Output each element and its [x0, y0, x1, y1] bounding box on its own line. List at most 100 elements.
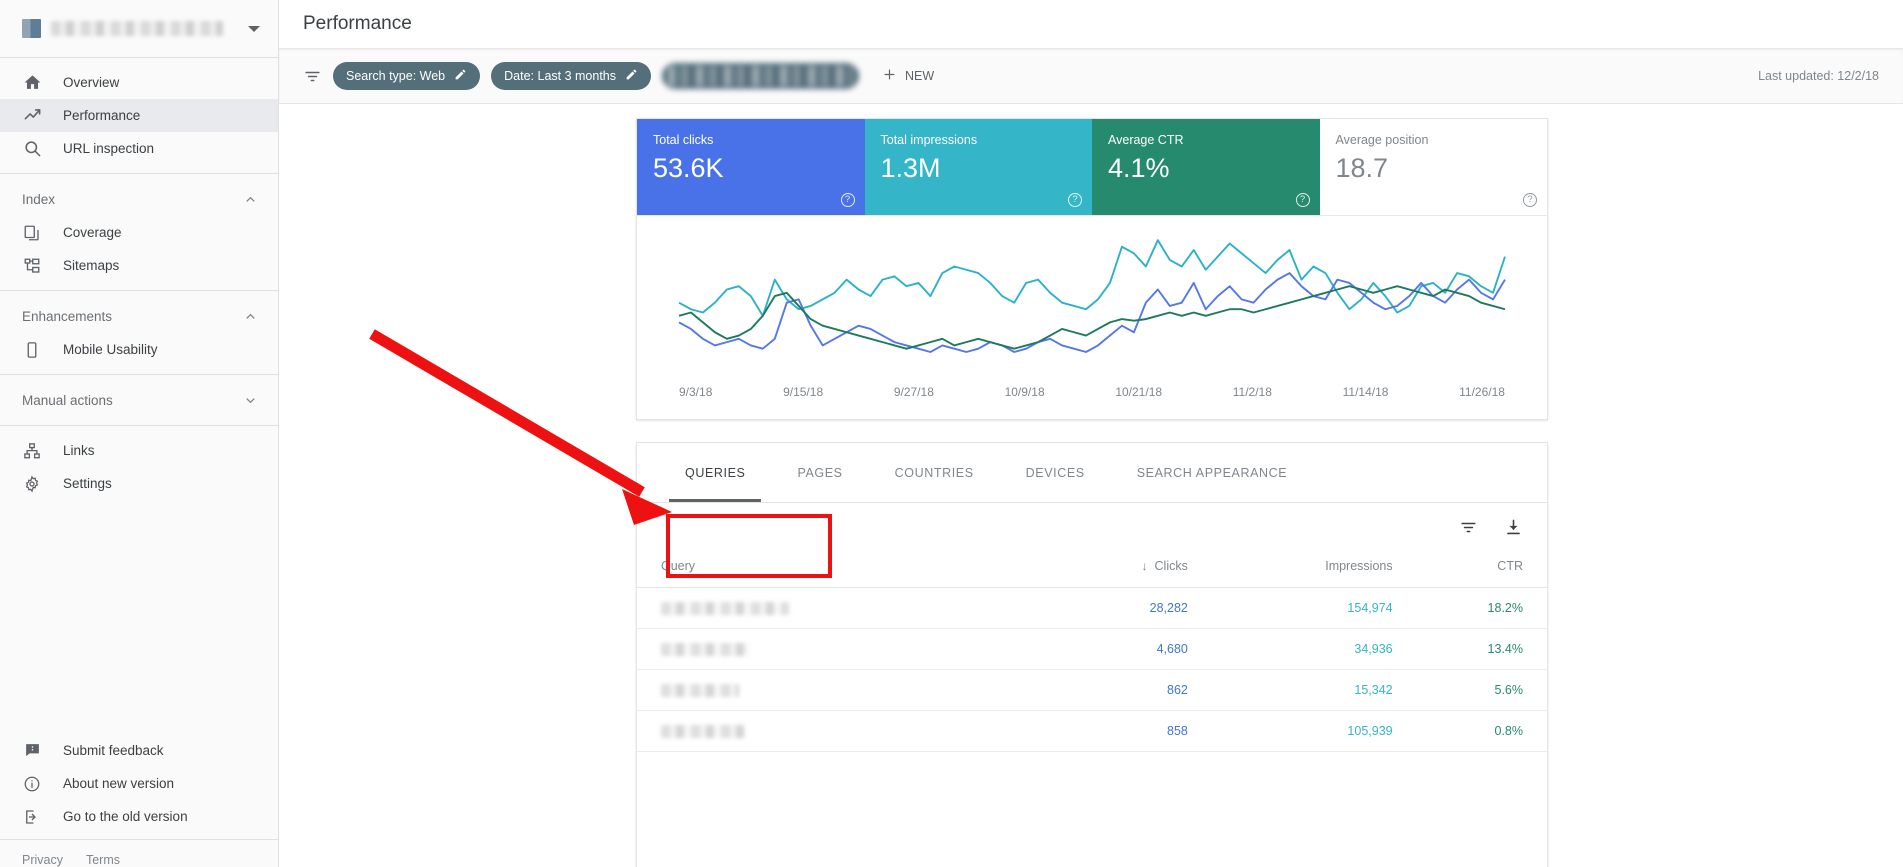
metric-card-total-impressions[interactable]: Total impressions 1.3M ? — [864, 119, 1092, 215]
sidebar-item-links[interactable]: Links — [0, 434, 278, 467]
pencil-icon[interactable] — [625, 68, 638, 84]
home-icon — [22, 73, 42, 93]
help-circle-icon[interactable]: ? — [1068, 193, 1082, 207]
query-text-redacted — [661, 601, 789, 615]
tab-devices[interactable]: DEVICES — [1000, 443, 1111, 502]
sidebar-item-overview[interactable]: Overview — [0, 66, 278, 99]
sidebar-item-settings[interactable]: Settings — [0, 467, 278, 500]
pages-copy-icon — [22, 223, 42, 243]
dimension-table-panel: QUERIES PAGES COUNTRIES DEVICES SEARCH A… — [636, 442, 1548, 867]
query-text-redacted — [661, 724, 745, 738]
sidebar-item-coverage[interactable]: Coverage — [0, 216, 278, 249]
property-selector[interactable] — [0, 0, 278, 58]
query-text-redacted — [661, 683, 739, 697]
column-label: Impressions — [1325, 559, 1393, 573]
mobile-phone-icon — [22, 340, 42, 360]
cell-query — [637, 587, 1056, 629]
sidebar-item-label: Submit feedback — [63, 743, 164, 758]
cell-clicks: 28,282 — [1055, 587, 1218, 629]
cell-impressions: 34,936 — [1217, 628, 1421, 670]
section-header-enhancements[interactable]: Enhancements — [0, 299, 278, 333]
table-row[interactable]: 28,282 154,974 18.2% — [637, 587, 1547, 629]
new-button-label: NEW — [905, 69, 935, 83]
help-circle-icon[interactable]: ? — [1523, 193, 1537, 207]
tab-queries[interactable]: QUERIES — [659, 443, 771, 502]
metric-label: Total clicks — [653, 133, 714, 147]
info-icon — [22, 774, 42, 794]
section-header-manual-actions[interactable]: Manual actions — [0, 383, 278, 417]
tab-label: COUNTRIES — [894, 465, 974, 480]
chevron-down-icon[interactable] — [248, 25, 260, 32]
search-console-app: Overview Performance URL inspection Inde… — [0, 0, 1903, 867]
section-header-index[interactable]: Index — [0, 182, 278, 216]
nav-manual-actions-group: Manual actions — [0, 375, 278, 426]
cell-ctr: 13.4% — [1420, 628, 1547, 670]
cell-clicks: 4,680 — [1055, 628, 1218, 670]
main-content: Performance Search type: Web Date: Last … — [279, 0, 1903, 867]
metric-card-average-position[interactable]: Average position 18.7 ? — [1319, 119, 1547, 215]
new-filter-button[interactable]: NEW — [876, 67, 940, 85]
chip-search-type[interactable]: Search type: Web — [333, 62, 481, 90]
cell-query — [637, 628, 1056, 670]
sidebar: Overview Performance URL inspection Inde… — [0, 0, 279, 867]
sidebar-item-label: Sitemaps — [63, 258, 120, 273]
sidebar-item-label: Settings — [63, 476, 112, 491]
column-header-query[interactable]: Query — [637, 551, 1056, 588]
chevron-down-icon[interactable] — [243, 393, 258, 408]
sidebar-item-about-new-version[interactable]: About new version — [0, 767, 278, 800]
metric-value: 1.3M — [880, 153, 941, 183]
column-header-impressions[interactable]: Impressions — [1217, 551, 1421, 588]
nav-enhancements-group: Enhancements Mobile Usability — [0, 291, 278, 375]
sidebar-item-url-inspection[interactable]: URL inspection — [0, 132, 278, 165]
table-body: 28,282 154,974 18.2% 4,680 34,936 13.4% — [637, 587, 1547, 752]
cell-clicks: 862 — [1055, 669, 1218, 711]
tab-search-appearance[interactable]: SEARCH APPEARANCE — [1111, 443, 1314, 502]
chart-x-axis: 9/3/18 9/15/18 9/27/18 10/9/18 10/21/18 … — [637, 385, 1547, 399]
table-row[interactable]: 4,680 34,936 13.4% — [637, 628, 1547, 670]
query-text-redacted — [661, 642, 749, 656]
sidebar-item-label: Go to the old version — [63, 809, 188, 824]
table-row[interactable]: 862 15,342 5.6% — [637, 669, 1547, 711]
plus-icon — [882, 67, 897, 85]
download-icon[interactable] — [1504, 518, 1523, 537]
page-header: Performance — [279, 0, 1903, 48]
sidebar-item-mobile-usability[interactable]: Mobile Usability — [0, 333, 278, 366]
cell-impressions: 154,974 — [1217, 587, 1421, 629]
help-circle-icon[interactable]: ? — [1295, 193, 1310, 207]
filter-list-icon[interactable] — [303, 67, 322, 86]
table-toolbar — [637, 503, 1547, 551]
filter-list-icon[interactable] — [1459, 518, 1478, 537]
sidebar-item-label: Links — [63, 443, 95, 458]
cell-ctr: 18.2% — [1420, 587, 1547, 629]
pencil-icon[interactable] — [454, 68, 467, 84]
terms-link[interactable]: Terms — [86, 853, 120, 867]
nav-primary-group: Overview Performance URL inspection — [0, 58, 278, 174]
chevron-up-icon[interactable] — [243, 192, 258, 207]
privacy-link[interactable]: Privacy — [22, 853, 63, 867]
table-header: Query ↓ Clicks Impressions CTR — [637, 551, 1547, 588]
metric-card-average-ctr[interactable]: Average CTR 4.1% ? — [1092, 119, 1320, 215]
tab-pages[interactable]: PAGES — [771, 443, 868, 502]
time-series-chart[interactable]: 9/3/18 9/15/18 9/27/18 10/9/18 10/21/18 … — [637, 216, 1547, 419]
metric-card-total-clicks[interactable]: Total clicks 53.6K ? — [637, 119, 865, 215]
chart-plot-area — [637, 216, 1547, 381]
metric-label: Total impressions — [880, 133, 978, 147]
tab-countries[interactable]: COUNTRIES — [869, 443, 1000, 502]
metric-value: 53.6K — [653, 153, 724, 183]
cell-query — [637, 669, 1056, 711]
metric-label: Average position — [1335, 133, 1429, 147]
chip-redacted-filter[interactable] — [662, 63, 860, 89]
search-icon — [22, 139, 42, 159]
cell-impressions: 105,939 — [1217, 710, 1421, 752]
column-header-ctr[interactable]: CTR — [1420, 551, 1547, 588]
help-circle-icon[interactable]: ? — [840, 193, 855, 207]
sidebar-item-go-to-old-version[interactable]: Go to the old version — [0, 800, 278, 833]
chevron-up-icon[interactable] — [243, 309, 258, 324]
sidebar-item-performance[interactable]: Performance — [0, 99, 278, 132]
sidebar-item-sitemaps[interactable]: Sitemaps — [0, 249, 278, 282]
sidebar-item-submit-feedback[interactable]: Submit feedback — [0, 734, 278, 767]
column-header-clicks[interactable]: ↓ Clicks — [1055, 551, 1218, 588]
table-row[interactable]: 858 105,939 0.8% — [637, 710, 1547, 752]
chip-date-range[interactable]: Date: Last 3 months — [491, 62, 652, 90]
